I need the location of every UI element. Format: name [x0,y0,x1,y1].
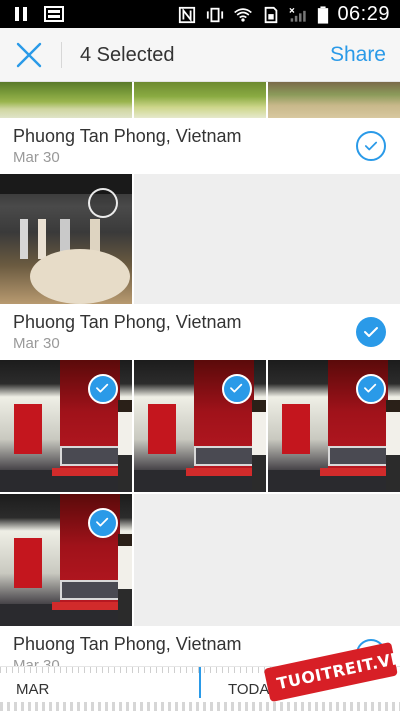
select-photo-checkbox[interactable] [88,374,118,404]
photo-thumbnail[interactable] [268,82,400,118]
check-icon [230,383,243,393]
status-bar-right: 06:29 [177,3,390,26]
check-icon [364,327,378,337]
empty-cell [134,174,400,304]
check-icon [364,141,378,151]
check-icon [364,383,377,393]
app-bar-divider [61,42,62,68]
close-icon [16,42,42,68]
group-date: Mar 30 [13,149,60,166]
photo-detail [386,400,400,490]
group-date: Mar 30 [13,657,60,666]
group-date: Mar 30 [13,335,60,352]
sim-icon [265,6,278,23]
scrubber-position-indicator[interactable] [199,667,201,698]
photo-timeline[interactable]: Phuong Tan Phong, Vietnam Mar 30 Phuong … [0,82,400,666]
photo-detail [282,404,310,454]
photo-thumbnail[interactable] [0,174,132,304]
photo-detail [52,468,122,476]
close-selection-button[interactable] [14,40,44,70]
battery-icon [318,5,329,24]
scrubber-today-label: TODA [228,681,270,698]
pause-icon [15,7,27,21]
photo-detail [30,249,130,304]
group-location: Phuong Tan Phong, Vietnam [13,634,242,654]
selection-count-title: 4 Selected [80,44,175,66]
share-button[interactable]: Share [330,43,386,67]
check-icon [96,383,109,393]
photo-detail [118,400,132,490]
empty-cell [134,494,400,626]
scrubber-month-label: MAR [16,681,50,698]
status-time: 06:29 [337,3,390,25]
wifi-icon [234,7,253,22]
photo-detail [60,580,120,600]
photo-detail [328,446,388,466]
photo-detail [194,446,254,466]
select-photo-checkbox[interactable] [88,508,118,538]
scrubber-bottom-ticks [0,702,400,711]
nfc-icon [179,6,196,23]
photo-detail [14,538,42,588]
photo-detail [252,400,266,490]
photo-thumbnail[interactable] [134,360,266,492]
vibrate-icon [207,7,224,22]
photo-detail [52,602,122,610]
group-location: Phuong Tan Phong, Vietnam [13,312,242,332]
select-photo-checkbox[interactable] [222,374,252,404]
photo-detail [186,468,256,476]
status-bar: 06:29 [0,0,400,28]
photo-thumbnail[interactable] [0,494,132,626]
photo-thumbnail[interactable] [0,82,132,118]
group-header[interactable]: Phuong Tan Phong, Vietnam Mar 30 [0,118,400,174]
photo-detail [320,468,390,476]
check-icon [96,517,109,527]
select-group-checkbox[interactable] [356,131,386,161]
photo-thumbnail[interactable] [134,82,266,118]
group-location: Phuong Tan Phong, Vietnam [13,126,242,146]
image-notification-icon [44,6,64,22]
select-group-checkbox[interactable] [356,317,386,347]
photo-thumbnail[interactable] [268,360,400,492]
photo-detail [14,404,42,454]
photo-detail [118,534,132,624]
group-header[interactable]: Phuong Tan Phong, Vietnam Mar 30 [0,304,400,360]
photo-detail [60,446,120,466]
select-photo-checkbox[interactable] [356,374,386,404]
signal-icon [289,7,307,22]
photo-detail [148,404,176,454]
photo-thumbnail[interactable] [0,360,132,492]
status-bar-left [12,5,64,23]
select-photo-checkbox[interactable] [88,188,118,218]
selection-app-bar: 4 Selected Share [0,28,400,82]
